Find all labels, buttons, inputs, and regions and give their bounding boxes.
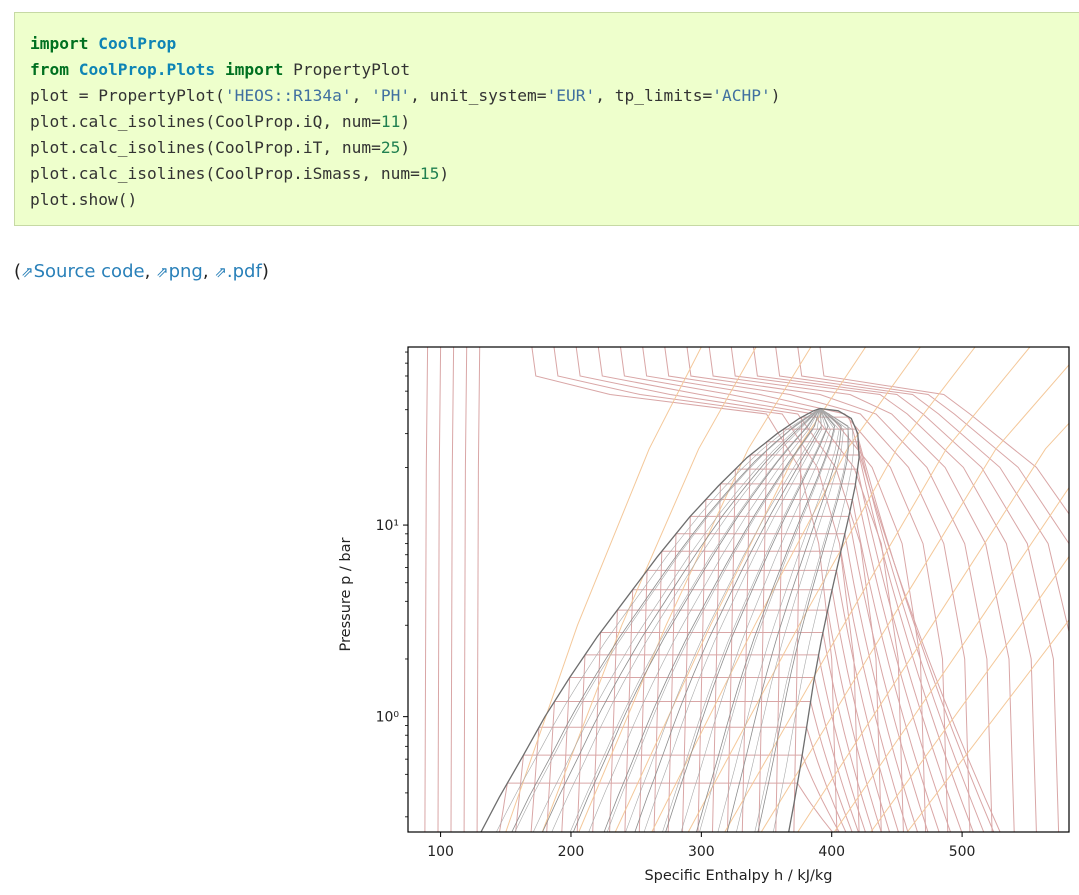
code-line: import CoolProp [30,31,1079,57]
y-tick-label: 10¹ [376,518,399,534]
code-line: plot.calc_isolines(CoolProp.iSmass, num=… [30,161,1079,187]
saturated-liquid-line [480,407,821,832]
y-axis-label: Pressure p / bar [338,538,354,652]
links-close: ) [261,261,269,282]
quality-line [726,408,842,832]
code-token: 'PH' [371,86,411,105]
code-token: ) [400,112,411,131]
isotherm-line [463,347,468,832]
isentrope-line [870,555,1069,832]
isotherm-line [653,550,909,832]
x-tick-label: 300 [688,844,715,860]
links-separator: , [202,261,215,282]
code-line: from CoolProp.Plots import PropertyPlot [30,57,1079,83]
code-token: 'EUR' [546,86,596,105]
code-token: 15 [419,164,440,183]
code-token: CoolProp.Plots [78,60,216,79]
code-token: CoolProp [98,34,177,53]
quality-line [511,408,821,832]
isotherm-line [476,347,481,832]
links-open: ( [14,261,22,282]
x-tick-label: 200 [558,844,585,860]
plot-links: (⇗Source code, ⇗png, ⇗.pdf) [14,261,269,282]
code-token: 25 [380,138,401,157]
saturated-vapor-line [788,407,860,832]
pdf-link[interactable]: .pdf [227,261,262,282]
code-line: plot.show() [30,187,1079,213]
code-token: plot = PropertyPlot( [30,86,225,105]
links-separator: , [144,261,157,282]
code-token: from [30,60,69,79]
external-link-icon: ⇗ [156,263,169,281]
code-line: plot = PropertyPlot('HEOS::R134a', 'PH',… [30,83,1079,109]
x-tick-label: 100 [427,844,454,860]
code-token: ) [439,164,450,183]
x-tick-label: 500 [949,844,976,860]
quality-line [603,408,821,832]
isoline-layer [424,347,1069,832]
isotherm-line [437,347,442,832]
quality-line [634,408,822,832]
code-block: import CoolProp from CoolProp.Plots impor… [14,12,1079,226]
ph-diagram-chart: 100 200 300 400 500 10⁰ 10¹ Specific Enthalpy h… [338,346,1070,884]
quality-line [514,408,821,832]
code-token: plot.calc_isolines(CoolProp.iQ, num= [30,112,381,131]
png-link[interactable]: png [169,261,203,282]
code-token: 'HEOS::R134a' [224,86,352,105]
axis-layer: 100 200 300 400 500 10⁰ 10¹ Specific Enthalpy h… [338,351,976,884]
code-token: plot.show() [30,190,138,209]
external-link-icon: ⇗ [214,263,227,281]
code-token: 11 [380,112,401,131]
code-line: plot.calc_isolines(CoolProp.iQ, num=11) [30,109,1079,135]
code-token: plot.calc_isolines(CoolProp.iT, num= [30,138,381,157]
external-link-icon: ⇗ [21,263,34,281]
quality-line [542,408,821,832]
code-token: import [224,60,284,79]
code-token: , tp_limits= [595,86,713,105]
isotherm-line [450,347,455,832]
code-token: plot.calc_isolines(CoolProp.iSmass, num= [30,164,420,183]
code-token: ) [770,86,781,105]
code-line: plot.calc_isolines(CoolProp.iT, num=25) [30,135,1079,161]
code-token: ) [400,138,411,157]
isotherm-line [424,347,429,832]
source-code-link[interactable]: Source code [34,261,145,282]
code-token: import [30,34,89,53]
quality-line [588,408,821,832]
code-token: , unit_system= [410,86,547,105]
code-token: PropertyPlot [283,60,411,79]
code-token: 'ACHP' [712,86,771,105]
code-token: , [351,86,372,105]
y-tick-label: 10⁰ [376,710,400,726]
isentrope-line [906,619,1069,832]
isotherm-line [819,347,1069,515]
x-axis-label: Specific Enthalpy h / kJ/kg [644,868,832,884]
x-tick-label: 400 [818,844,845,860]
